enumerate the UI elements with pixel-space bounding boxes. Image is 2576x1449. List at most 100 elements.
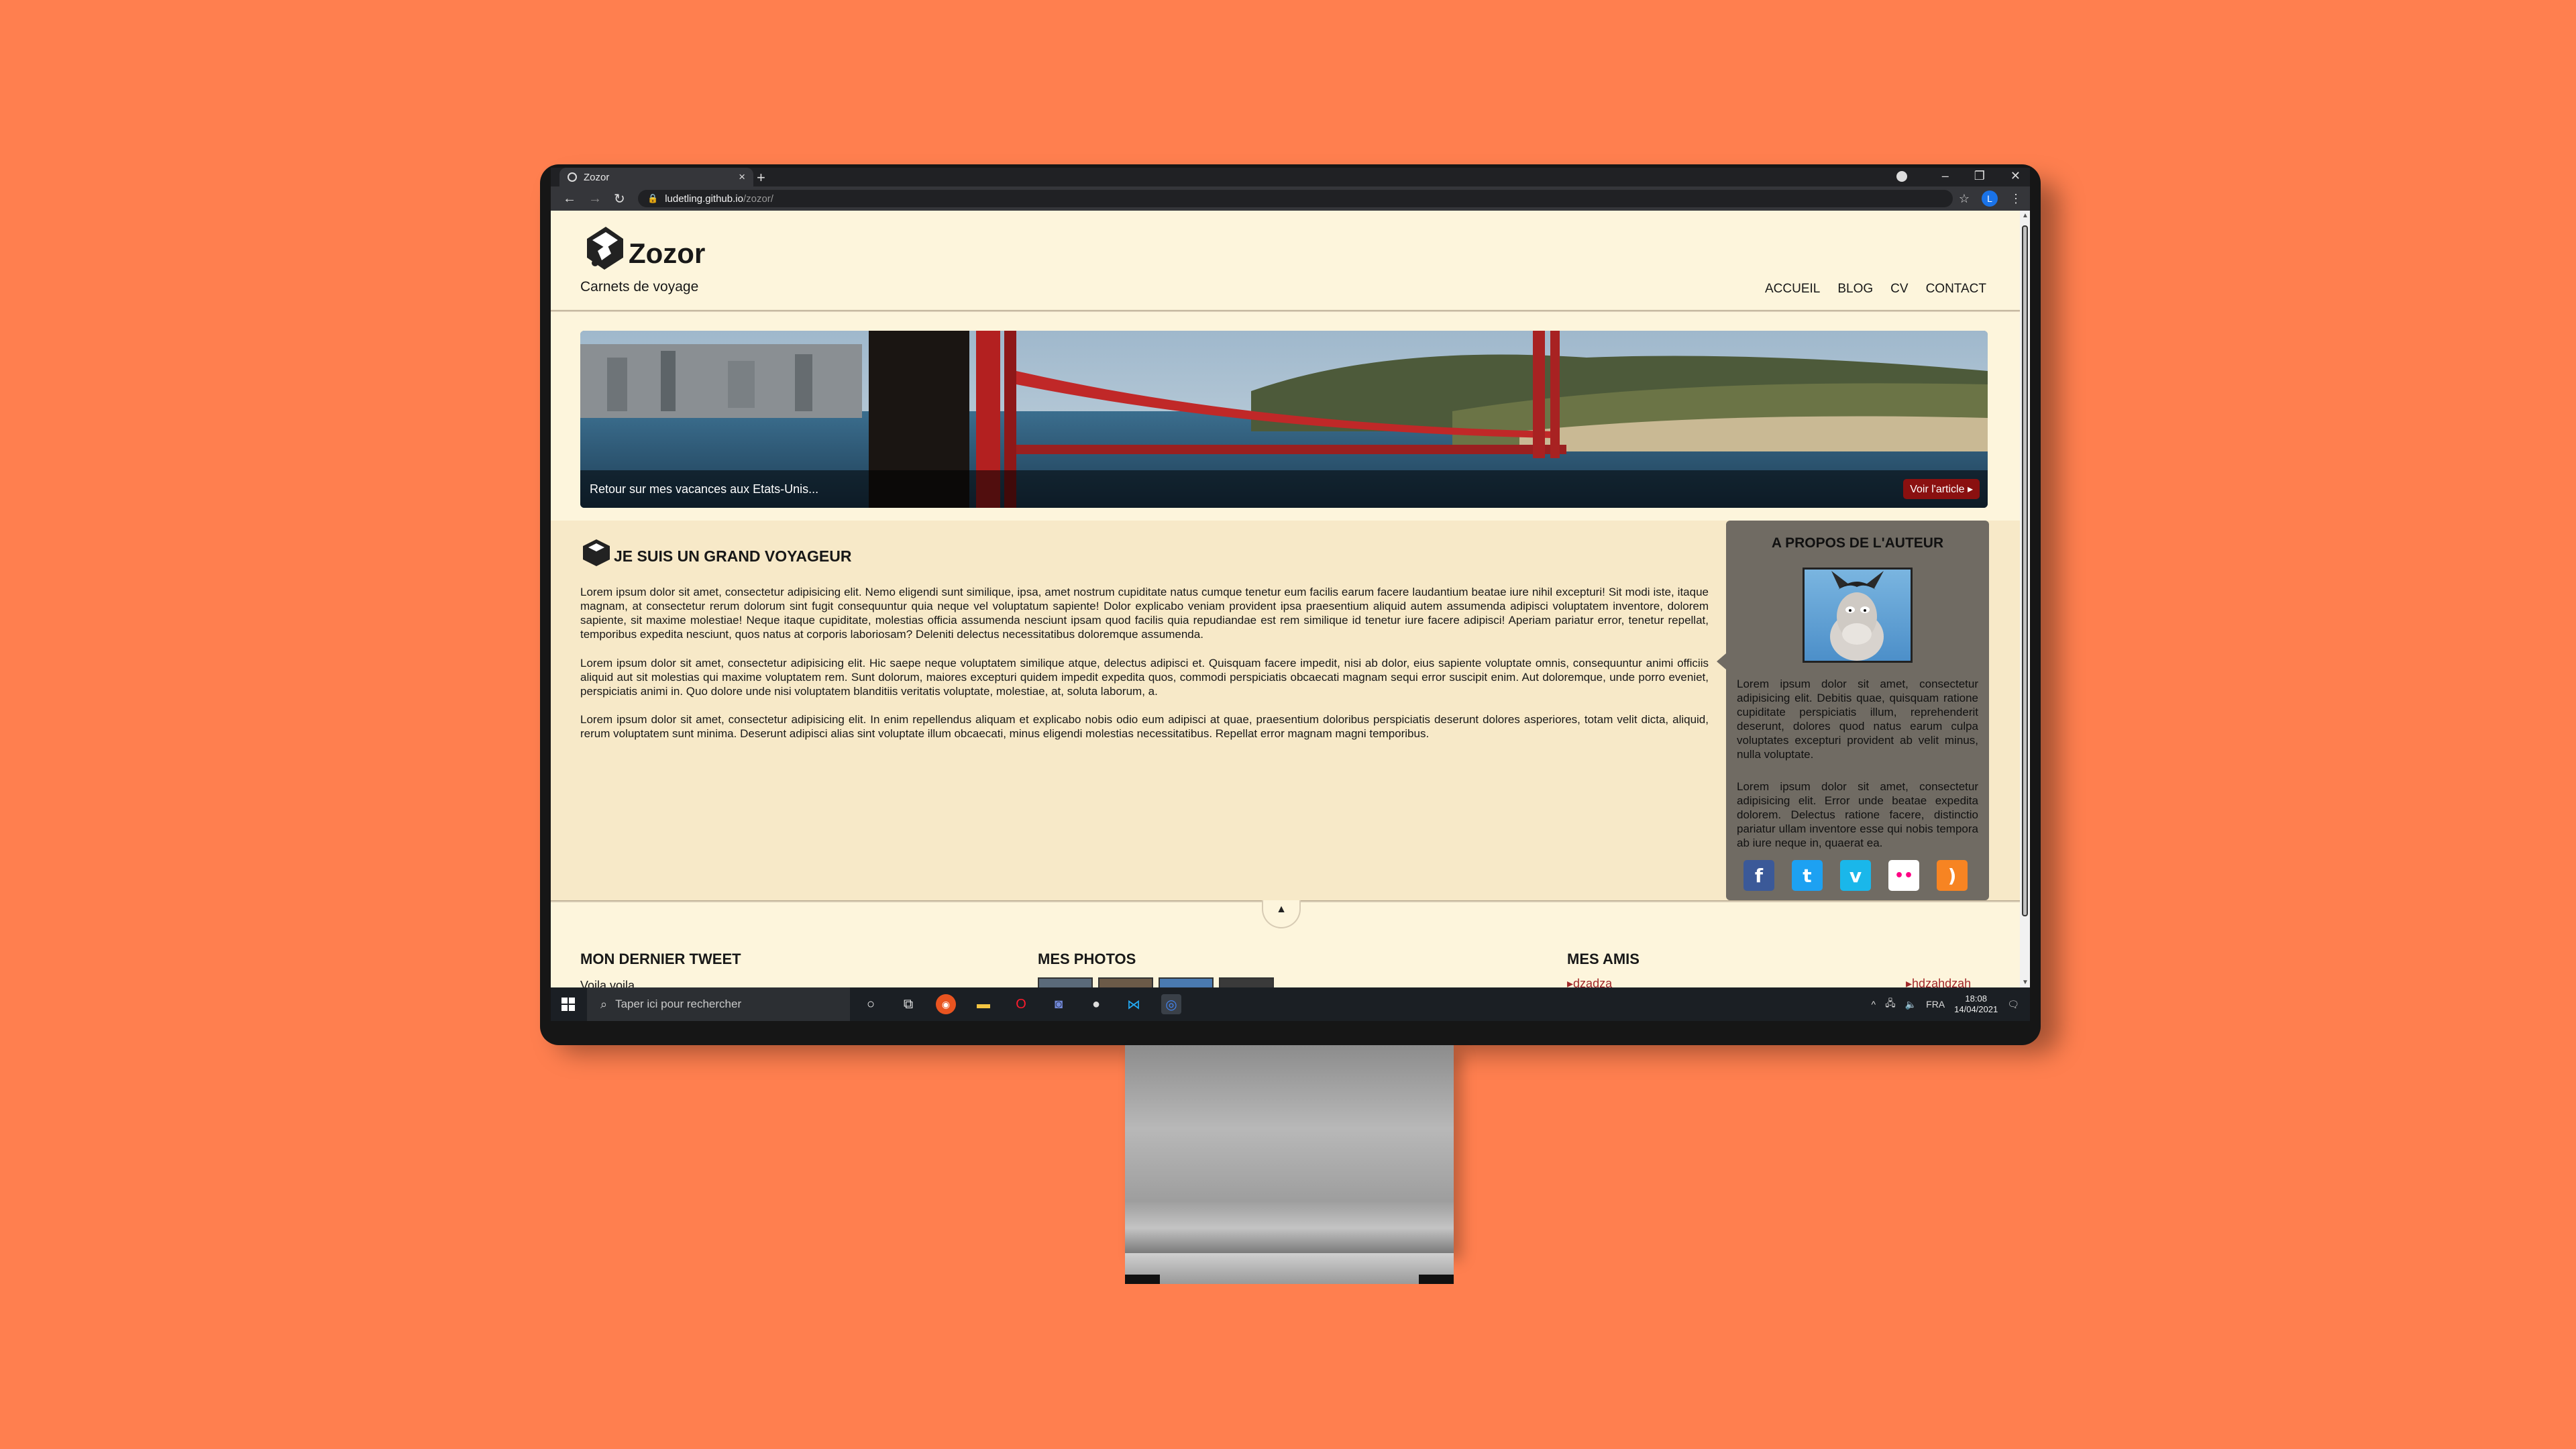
url-host: ludetling.github.io bbox=[665, 193, 743, 205]
system-tray: ^ 🖧 🔈 FRA 18:08 14/04/2021 🗨 bbox=[1872, 987, 2020, 1021]
minimize-icon[interactable]: – bbox=[1942, 169, 1949, 183]
search-icon: ⌕ bbox=[600, 997, 608, 1011]
header-divider bbox=[551, 310, 2020, 312]
social-links: f t v •• ) bbox=[1743, 860, 1968, 891]
article-paragraph: Lorem ipsum dolor sit amet, consectetur … bbox=[580, 586, 1709, 641]
bookmark-star-icon[interactable]: ☆ bbox=[1959, 192, 1970, 206]
site-header: Zozor Carnets de voyage ACCUEIL BLOG CV … bbox=[551, 211, 2020, 310]
browser-tab-bar: Zozor × + – ❐ ✕ bbox=[551, 168, 2030, 186]
friends-title: MES AMIS bbox=[1567, 951, 1640, 967]
scroll-top-button[interactable]: ▲ bbox=[1262, 900, 1301, 928]
taskbar-clock[interactable]: 18:08 14/04/2021 bbox=[1954, 994, 1998, 1015]
photo-thumbnail[interactable] bbox=[1098, 977, 1153, 987]
opera-icon[interactable]: O bbox=[1011, 994, 1031, 1014]
toolbar-right: ☆ L ⋮ bbox=[1959, 191, 2022, 207]
friend-link[interactable]: ▸hdzahdzah bbox=[1906, 977, 1971, 987]
view-article-button[interactable]: Voir l'article ▸ bbox=[1903, 479, 1980, 499]
notifications-icon[interactable]: 🗨 bbox=[2007, 999, 2019, 1010]
github-desktop-icon[interactable]: ● bbox=[1086, 994, 1106, 1014]
screen: Zozor × + – ❐ ✕ ← → ↻ 🔒 ludetling.github… bbox=[551, 168, 2030, 1040]
window-controls: – ❐ ✕ bbox=[1896, 169, 2021, 183]
twitter-icon[interactable]: t bbox=[1792, 860, 1823, 891]
view-article-label: Voir l'article bbox=[1910, 484, 1965, 495]
author-sidebar: A PROPOS DE L'AUTEUR Lorem ipsum dolor s… bbox=[1717, 521, 1989, 900]
chrome-icon[interactable]: ◎ bbox=[1161, 994, 1181, 1014]
nav-accueil[interactable]: ACCUEIL bbox=[1765, 282, 1820, 297]
friend-link[interactable]: ▸dzadza bbox=[1567, 977, 1612, 987]
section-cube-icon bbox=[583, 539, 610, 566]
tweet-text: Voila voila bbox=[580, 979, 635, 987]
photo-thumbnail[interactable] bbox=[1038, 977, 1093, 987]
taskbar-apps: ○ ⧉ ◉ ▬ O ◙ ● ⋈ ◎ bbox=[861, 987, 1181, 1021]
browser-tab[interactable]: Zozor × bbox=[559, 168, 753, 186]
windows-taskbar: ⌕ Taper ici pour rechercher ○ ⧉ ◉ ▬ O ◙ … bbox=[551, 987, 2030, 1021]
article-title: JE SUIS UN GRAND VOYAGEUR bbox=[614, 547, 852, 565]
tab-title: Zozor bbox=[584, 171, 610, 183]
scrollbar-thumb[interactable] bbox=[2022, 225, 2028, 916]
rss-icon[interactable]: ) bbox=[1937, 860, 1968, 891]
close-window-icon[interactable]: ✕ bbox=[2010, 169, 2021, 183]
author-paragraph: Lorem ipsum dolor sit amet, consectetur … bbox=[1737, 678, 1978, 761]
menu-kebab-icon[interactable]: ⋮ bbox=[2010, 192, 2022, 206]
facebook-icon[interactable]: f bbox=[1743, 860, 1774, 891]
ubuntu-icon[interactable]: ◉ bbox=[936, 994, 956, 1014]
url-path: /zozor/ bbox=[743, 193, 773, 205]
clock-date: 14/04/2021 bbox=[1954, 1004, 1998, 1014]
photos-title: MES PHOTOS bbox=[1038, 951, 1136, 967]
photo-thumbnail[interactable] bbox=[1219, 977, 1274, 987]
lock-icon: 🔒 bbox=[647, 193, 659, 203]
tray-chevron-icon[interactable]: ^ bbox=[1872, 999, 1876, 1010]
search-placeholder: Taper ici pour rechercher bbox=[615, 998, 742, 1010]
hero-banner: Retour sur mes vacances aux Etats-Unis..… bbox=[580, 331, 1988, 508]
globe-icon bbox=[568, 172, 577, 182]
author-paragraph: Lorem ipsum dolor sit amet, consectetur … bbox=[1737, 780, 1978, 849]
scroll-down-icon[interactable]: ▼ bbox=[2022, 979, 2029, 986]
close-tab-icon[interactable]: × bbox=[739, 170, 745, 184]
article-paragraph: Lorem ipsum dolor sit amet, consectetur … bbox=[580, 657, 1709, 698]
banner-caption: Retour sur mes vacances aux Etats-Unis..… bbox=[580, 470, 1988, 508]
reload-icon[interactable]: ↻ bbox=[614, 191, 625, 207]
nav-contact[interactable]: CONTACT bbox=[1926, 282, 1986, 297]
scroll-up-icon[interactable]: ▲ bbox=[2022, 212, 2029, 219]
photo-thumbnail[interactable] bbox=[1159, 977, 1214, 987]
volume-icon[interactable]: 🔈 bbox=[1905, 999, 1917, 1010]
vscode-icon[interactable]: ⋈ bbox=[1124, 994, 1144, 1014]
taskbar-search[interactable]: ⌕ Taper ici pour rechercher bbox=[587, 987, 850, 1021]
page-scrollbar[interactable]: ▲ ▼ bbox=[2020, 211, 2030, 987]
site-logo-text[interactable]: Zozor bbox=[629, 237, 705, 270]
profile-avatar[interactable]: L bbox=[1982, 191, 1998, 207]
monitor-stand-foot bbox=[1125, 1253, 1454, 1284]
cortana-icon[interactable]: ○ bbox=[861, 994, 881, 1014]
discord-icon[interactable]: ◙ bbox=[1049, 994, 1069, 1014]
file-explorer-icon[interactable]: ▬ bbox=[973, 994, 994, 1014]
zozor-logo-icon[interactable] bbox=[580, 224, 627, 271]
browser-toolbar: ← → ↻ 🔒 ludetling.github.io /zozor/ ☆ L … bbox=[551, 186, 2030, 211]
media-icon[interactable] bbox=[1896, 170, 1907, 182]
nav-blog[interactable]: BLOG bbox=[1837, 282, 1873, 297]
forward-icon[interactable]: → bbox=[588, 191, 602, 207]
task-view-icon[interactable]: ⧉ bbox=[898, 994, 918, 1014]
restore-icon[interactable]: ❐ bbox=[1974, 169, 1985, 183]
language-indicator[interactable]: FRA bbox=[1926, 999, 1945, 1010]
author-title: A PROPOS DE L'AUTEUR bbox=[1771, 535, 1944, 551]
monitor-stand bbox=[1125, 1045, 1454, 1253]
network-icon[interactable]: 🖧 bbox=[1885, 996, 1896, 1012]
clock-time: 18:08 bbox=[1965, 994, 1987, 1004]
main-section: JE SUIS UN GRAND VOYAGEUR Lorem ipsum do… bbox=[551, 521, 2020, 900]
screen-bottom-bezel bbox=[551, 1021, 2030, 1040]
article-paragraph: Lorem ipsum dolor sit amet, consectetur … bbox=[580, 713, 1709, 740]
main-nav: ACCUEIL BLOG CV CONTACT bbox=[1765, 282, 1986, 297]
tweet-title: MON DERNIER TWEET bbox=[580, 951, 741, 967]
vimeo-icon[interactable]: v bbox=[1840, 860, 1871, 891]
photo-thumbnails bbox=[1038, 977, 1274, 987]
site-tagline: Carnets de voyage bbox=[580, 279, 699, 294]
author-avatar bbox=[1803, 568, 1913, 663]
flickr-icon[interactable]: •• bbox=[1888, 860, 1919, 891]
zozor-donkey-image bbox=[1830, 571, 1884, 661]
nav-cv[interactable]: CV bbox=[1890, 282, 1908, 297]
address-bar[interactable]: 🔒 ludetling.github.io /zozor/ bbox=[638, 190, 1953, 207]
web-page: Zozor Carnets de voyage ACCUEIL BLOG CV … bbox=[551, 211, 2020, 987]
new-tab-icon[interactable]: + bbox=[757, 169, 765, 186]
windows-start-icon[interactable] bbox=[561, 998, 575, 1011]
back-icon[interactable]: ← bbox=[563, 191, 576, 207]
